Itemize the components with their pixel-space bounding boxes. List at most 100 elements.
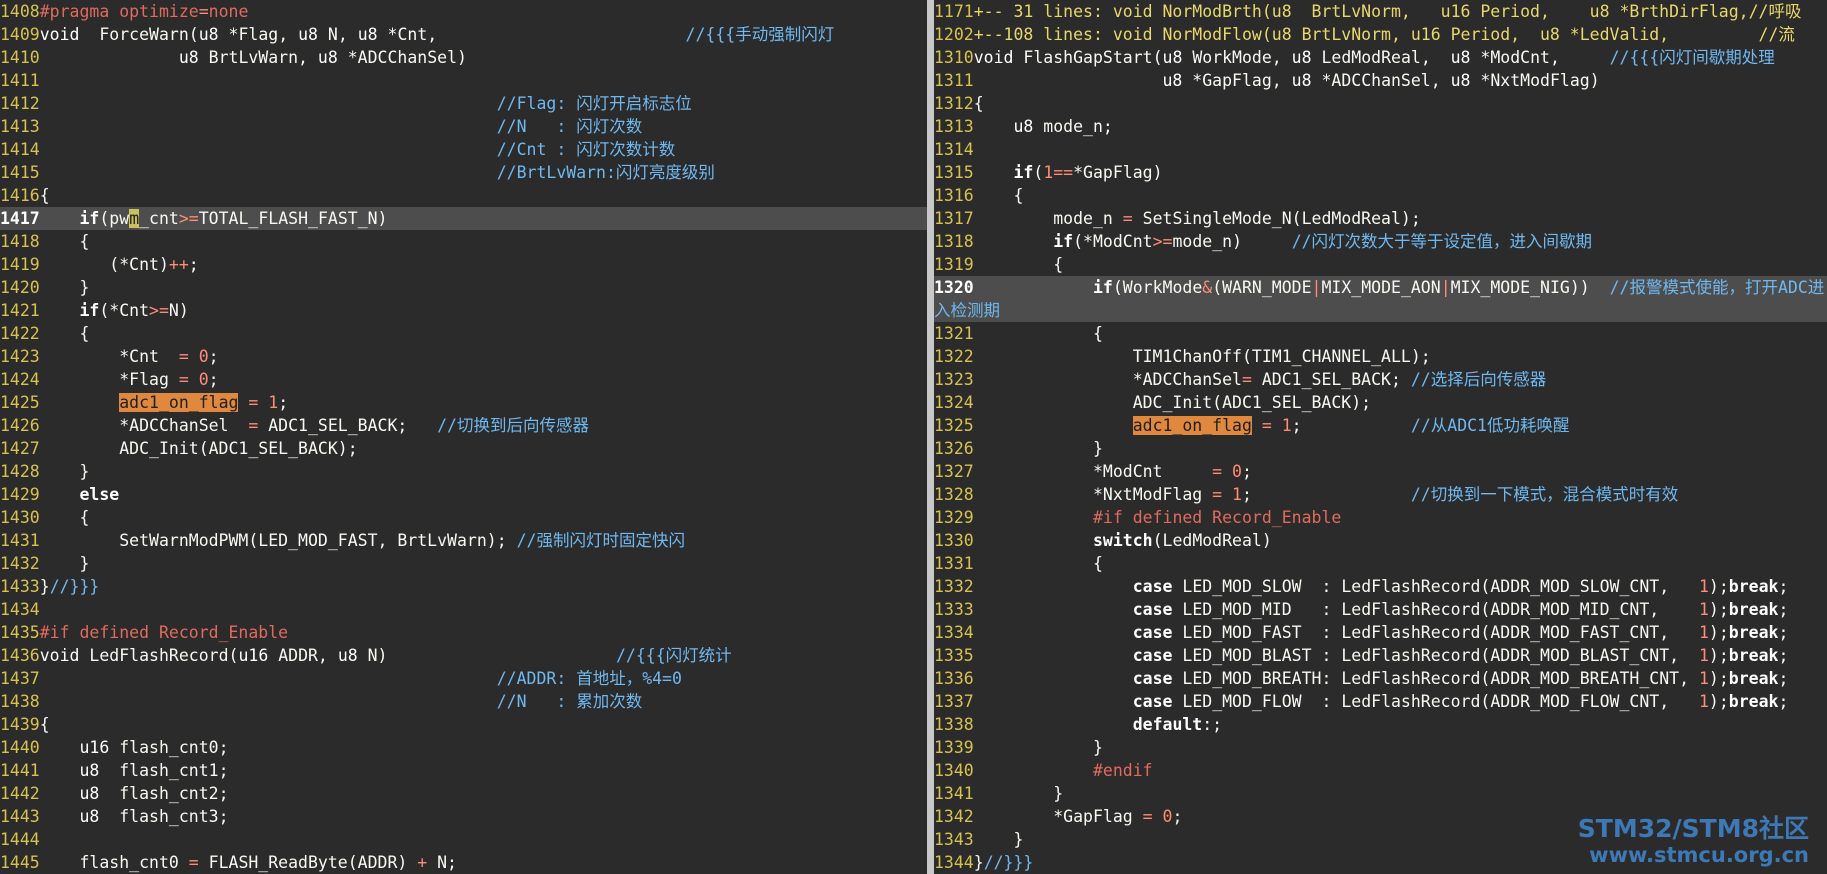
code-line[interactable]: 1439{ xyxy=(0,713,927,736)
code-line[interactable]: 1420 } xyxy=(0,276,927,299)
code-line[interactable]: 1440 u16 flash_cnt0; xyxy=(0,736,927,759)
token: mode_n; xyxy=(1033,117,1113,136)
code-line[interactable]: 1329 #if defined Record_Enable xyxy=(934,506,1827,529)
code-line[interactable]: 1429 else xyxy=(0,483,927,506)
code-line[interactable]: 1323 *ADCChanSel= ADC1_SEL_BACK; //选择后向传… xyxy=(934,368,1827,391)
code-line[interactable]: 1431 SetWarnModPWM(LED_MOD_FAST, BrtLvWa… xyxy=(0,529,927,552)
code-line[interactable]: 1415 //BrtLvWarn:闪灯亮度级别 xyxy=(0,161,927,184)
token: ; xyxy=(1778,577,1789,596)
token: ); xyxy=(1708,669,1729,688)
code-line[interactable]: 1418 { xyxy=(0,230,927,253)
editor-pane-right[interactable]: 1171+-- 31 lines: void NorModBrth(u8 Brt… xyxy=(934,0,1827,874)
fold-line[interactable]: 1171+-- 31 lines: void NorModBrth(u8 Brt… xyxy=(934,0,1827,23)
code-line[interactable]: 1321 { xyxy=(934,322,1827,345)
code-line[interactable]: 1443 u8 flash_cnt3; xyxy=(0,805,927,828)
token: MIX_MODE_AON xyxy=(1321,278,1441,297)
code-line[interactable]: 1413 //N : 闪灯次数 xyxy=(0,115,927,138)
code-line[interactable]: 1442 u8 flash_cnt2; xyxy=(0,782,927,805)
line-number: 1444 xyxy=(0,830,40,849)
code-line[interactable]: 1331 { xyxy=(934,552,1827,575)
code-line[interactable]: 1438 //N : 累加次数 xyxy=(0,690,927,713)
token: *ADCChanSel xyxy=(39,416,249,435)
code-line[interactable]: 1341 } xyxy=(934,782,1827,805)
code-line[interactable]: 1338 default:; xyxy=(934,713,1827,736)
code-line[interactable]: 1416{ xyxy=(0,184,927,207)
code-line[interactable]: 1327 *ModCnt = 0; xyxy=(934,460,1827,483)
token: ); xyxy=(1708,623,1729,642)
code-line[interactable]: 1444 xyxy=(0,828,927,851)
token: { xyxy=(973,324,1103,343)
line-number: 1332 xyxy=(934,577,974,596)
code-line[interactable]: 1314 xyxy=(934,138,1827,161)
code-line[interactable]: 1336 case LED_MOD_BREATH: LedFlashRecord… xyxy=(934,667,1827,690)
code-line[interactable]: 1412 //Flag: 闪灯开启标志位 xyxy=(0,92,927,115)
code-line[interactable]: 1310void FlashGapStart(u8 WorkMode, u8 L… xyxy=(934,46,1827,69)
code-line[interactable]: 1409void ForceWarn(u8 *Flag, u8 N, u8 *C… xyxy=(0,23,927,46)
code-line[interactable]: 1422 { xyxy=(0,322,927,345)
code-line[interactable]: 1427 ADC_Init(ADC1_SEL_BACK); xyxy=(0,437,927,460)
code-line[interactable]: 1332 case LED_MOD_SLOW : LedFlashRecord(… xyxy=(934,575,1827,598)
code-line[interactable]: 1408#pragma optimize=none xyxy=(0,0,927,23)
code-line[interactable]: 1432 } xyxy=(0,552,927,575)
code-line[interactable]: 1333 case LED_MOD_MID : LedFlashRecord(A… xyxy=(934,598,1827,621)
code-line[interactable]: 1425 adc1_on_flag = 1; xyxy=(0,391,927,414)
code-line[interactable]: 1436void LedFlashRecord(u16 ADDR, u8 N) … xyxy=(0,644,927,667)
line-code: *Flag = 0; xyxy=(40,370,218,389)
line-number: 1316 xyxy=(934,186,974,205)
line-number: 1319 xyxy=(934,255,974,274)
token: = xyxy=(1142,807,1153,826)
token: break xyxy=(1728,646,1779,665)
token: u8 xyxy=(1450,71,1471,90)
line-code: else xyxy=(40,485,120,504)
fold-line[interactable]: 1202+--108 lines: void NorModFlow(u8 Brt… xyxy=(934,23,1827,46)
code-line[interactable]: 1437 //ADDR: 首地址，%4=0 xyxy=(0,667,927,690)
code-line[interactable]: 1411 xyxy=(0,69,927,92)
token: flash_cnt0 xyxy=(39,853,189,872)
code-line[interactable]: 1328 *NxtModFlag = 1; //切换到一下模式，混合模式时有效 xyxy=(934,483,1827,506)
code-line[interactable]: 1322 TIM1ChanOff(TIM1_CHANNEL_ALL); xyxy=(934,345,1827,368)
code-line[interactable]: 1340 #endif xyxy=(934,759,1827,782)
code-line[interactable]: 1441 u8 flash_cnt1; xyxy=(0,759,927,782)
code-line[interactable]: 1337 case LED_MOD_FLOW : LedFlashRecord(… xyxy=(934,690,1827,713)
code-line[interactable]: 1335 case LED_MOD_BLAST : LedFlashRecord… xyxy=(934,644,1827,667)
line-code: case LED_MOD_MID : LedFlashRecord(ADDR_M… xyxy=(974,600,1789,619)
code-line[interactable]: 1423 *Cnt = 0; xyxy=(0,345,927,368)
pane-separator[interactable] xyxy=(927,0,934,874)
code-line[interactable]: 1430 { xyxy=(0,506,927,529)
code-line[interactable]: 1421 if(*Cnt>=N) xyxy=(0,299,927,322)
code-line[interactable]: 1434 xyxy=(0,598,927,621)
token: *ModCnt, xyxy=(1470,48,1610,67)
code-line[interactable]: 1426 *ADCChanSel = ADC1_SEL_BACK; //切换到后… xyxy=(0,414,927,437)
token: WorkMode, xyxy=(1182,48,1292,67)
code-line[interactable]: 1315 if(1==*GapFlag) xyxy=(934,161,1827,184)
code-line[interactable]: 1424 *Flag = 0; xyxy=(0,368,927,391)
code-line[interactable]: 1414 //Cnt : 闪灯次数计数 xyxy=(0,138,927,161)
code-line[interactable]: 1312{ xyxy=(934,92,1827,115)
code-line[interactable]: 1316 { xyxy=(934,184,1827,207)
code-line[interactable]: 1311 u8 *GapFlag, u8 *ADCChanSel, u8 *Nx… xyxy=(934,69,1827,92)
code-line[interactable]: 1320 if(WorkMode&(WARN_MODE|MIX_MODE_AON… xyxy=(934,276,1827,322)
code-line[interactable]: 1445 flash_cnt0 = FLASH_ReadByte(ADDR) +… xyxy=(0,851,927,874)
code-line[interactable]: 1317 mode_n = SetSingleMode_N(LedModReal… xyxy=(934,207,1827,230)
code-line[interactable]: 1330 switch(LedModReal) xyxy=(934,529,1827,552)
code-line[interactable]: 1334 case LED_MOD_FAST : LedFlashRecord(… xyxy=(934,621,1827,644)
line-code: //Cnt : 闪灯次数计数 xyxy=(40,140,675,159)
code-line[interactable]: 1313 u8 mode_n; xyxy=(934,115,1827,138)
code-line[interactable]: 1410 u8 BrtLvWarn, u8 *ADCChanSel) xyxy=(0,46,927,69)
line-code: //N : 闪灯次数 xyxy=(40,117,642,136)
code-line[interactable]: 1319 { xyxy=(934,253,1827,276)
code-line[interactable]: 1326 } xyxy=(934,437,1827,460)
code-line[interactable]: 1417 if(pwm_cnt>=TOTAL_FLASH_FAST_N) xyxy=(0,207,927,230)
code-line[interactable]: 1435#if defined Record_Enable xyxy=(0,621,927,644)
editor-pane-left[interactable]: 1408#pragma optimize=none 1409void ForceW… xyxy=(0,0,927,874)
code-line[interactable]: 1419 (*Cnt)++; xyxy=(0,253,927,276)
code-line[interactable]: 1339 } xyxy=(934,736,1827,759)
code-line[interactable]: 1433}//}}} xyxy=(0,575,927,598)
line-number: 1432 xyxy=(0,554,40,573)
code-line[interactable]: 1325 adc1_on_flag = 1; //从ADC1低功耗唤醒 xyxy=(934,414,1827,437)
code-line[interactable]: 1324 ADC_Init(ADC1_SEL_BACK); xyxy=(934,391,1827,414)
code-line[interactable]: 1318 if(*ModCnt>=mode_n) //闪灯次数大于等于设定值，进… xyxy=(934,230,1827,253)
code-line[interactable]: 1428 } xyxy=(0,460,927,483)
